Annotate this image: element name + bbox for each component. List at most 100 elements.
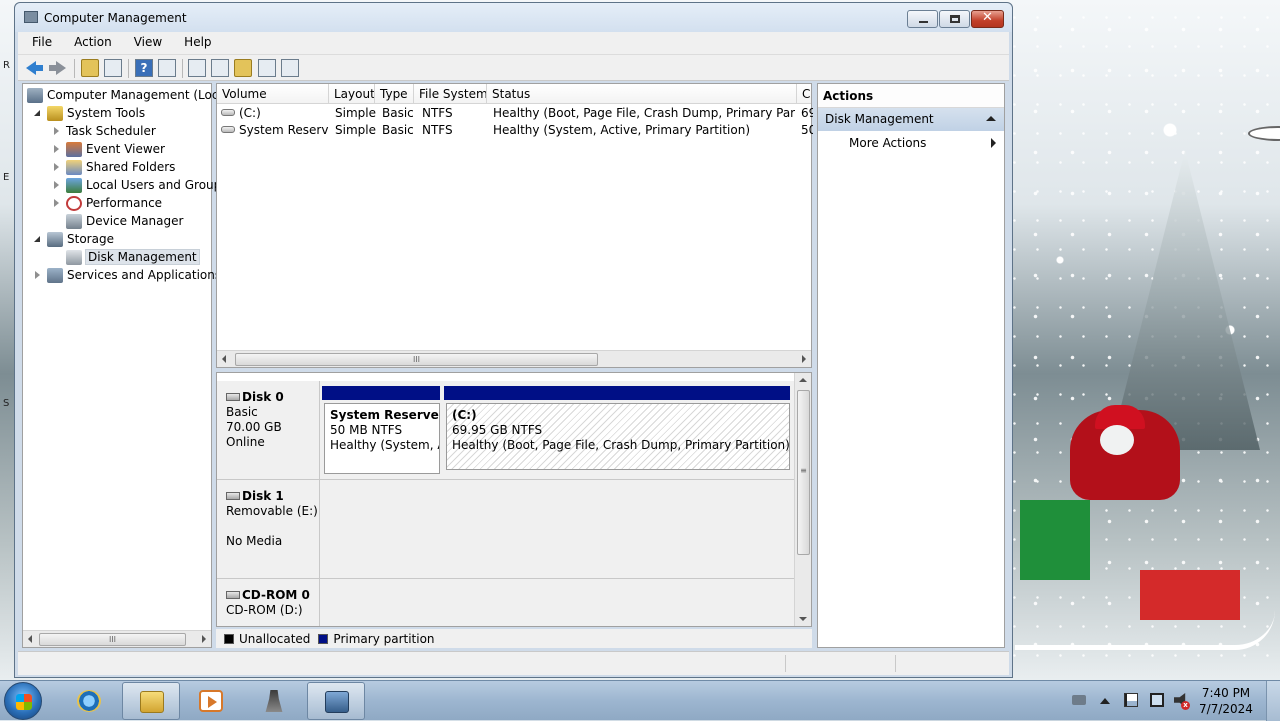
volume-list-horizontal-scrollbar[interactable]: III — [217, 350, 811, 367]
scroll-right-icon[interactable] — [802, 355, 806, 363]
scroll-down-icon[interactable] — [799, 617, 807, 621]
expand-arrow-icon[interactable] — [33, 270, 43, 280]
tree-item-services-and-applications[interactable]: Services and Applications — [33, 266, 221, 284]
scroll-left-icon[interactable] — [222, 355, 226, 363]
scroll-up-icon[interactable] — [799, 378, 807, 382]
menu-help[interactable]: Help — [170, 32, 219, 54]
disk-map-vertical-scrollbar[interactable]: ≡ — [794, 373, 811, 626]
start-button[interactable] — [4, 682, 42, 720]
tree-item-label: Storage — [67, 232, 114, 246]
windows-logo-icon — [16, 694, 32, 710]
actions-section-disk-management[interactable]: Disk Management — [818, 108, 1004, 131]
more-actions-label: More Actions — [849, 136, 927, 150]
column-volume[interactable]: Volume — [217, 84, 329, 104]
maximize-icon — [950, 15, 960, 23]
partition-size: 50 MB NTFS — [330, 423, 403, 437]
column-capacity[interactable]: C — [797, 84, 813, 104]
tree-item-event-viewer[interactable]: Event Viewer — [52, 140, 165, 158]
column-status[interactable]: Status — [487, 84, 797, 104]
cdrom-0-label[interactable]: CD-ROM 0 CD-ROM (D:) — [217, 579, 320, 626]
search-icon[interactable] — [258, 59, 276, 77]
menu-file[interactable]: File — [18, 32, 60, 54]
capacity-cell: 69 — [801, 106, 813, 120]
taskbar-clock[interactable]: 7:40 PM 7/7/2024 — [1196, 685, 1256, 717]
forward-arrow-icon[interactable] — [48, 59, 66, 77]
maximize-button[interactable] — [939, 10, 970, 28]
keyboard-icon[interactable] — [1072, 695, 1086, 705]
tree-item-shared-folders[interactable]: Shared Folders — [52, 158, 175, 176]
tree-horizontal-scrollbar[interactable]: III — [23, 630, 211, 647]
taskbar-computer-management[interactable] — [307, 682, 365, 720]
refresh-icon[interactable] — [188, 59, 206, 77]
more-actions-item[interactable]: More Actions — [818, 131, 1004, 155]
event-viewer-icon — [66, 141, 82, 157]
scroll-thumb[interactable]: ≡ — [797, 390, 810, 555]
taskbar-media-player[interactable] — [182, 682, 240, 720]
partition-name: System Reserved — [330, 408, 440, 422]
tree-item-task-scheduler[interactable]: Task Scheduler — [52, 122, 1280, 141]
drive-icon — [221, 126, 235, 133]
console-tree: Computer Management (Local System Tools … — [22, 83, 1280, 648]
minimize-button[interactable] — [907, 10, 938, 28]
action-center-flag-icon[interactable] — [1124, 693, 1138, 707]
toolbar-separator — [128, 59, 129, 78]
tree-item-performance[interactable]: Performance — [52, 194, 162, 212]
tree-item-computer-management[interactable]: Computer Management (Local — [27, 86, 229, 104]
properties-icon[interactable] — [211, 59, 229, 77]
taskbar-file-explorer[interactable] — [122, 682, 180, 720]
tree-item-device-manager[interactable]: Device Manager — [66, 212, 183, 230]
scroll-thumb[interactable]: III — [235, 353, 598, 366]
show-desktop-button[interactable] — [1266, 681, 1280, 721]
back-arrow-icon[interactable] — [26, 59, 44, 77]
scroll-right-icon[interactable] — [202, 635, 206, 643]
tree-item-disk-management[interactable]: Disk Management — [66, 248, 200, 266]
disk-name: CD-ROM 0 — [242, 588, 310, 602]
table-row[interactable]: System Reserved Simple Basic NTFS Health… — [217, 122, 813, 139]
disk-name: Disk 0 — [242, 390, 284, 404]
expand-arrow-icon[interactable] — [52, 162, 62, 172]
collapse-section-icon[interactable] — [986, 116, 996, 121]
show-hidden-icons-icon[interactable] — [1100, 698, 1110, 704]
taskbar-internet-explorer[interactable] — [60, 682, 118, 720]
close-button[interactable]: ✕ — [971, 10, 1004, 28]
table-row[interactable]: (C:) Simple Basic NTFS Healthy (Boot, Pa… — [217, 105, 813, 122]
settings-check-icon[interactable] — [281, 59, 299, 77]
up-one-level-icon[interactable] — [81, 59, 99, 77]
volume-name: System Reserved — [239, 123, 329, 137]
collapse-arrow-icon[interactable] — [33, 234, 43, 244]
tree-item-local-users-and-groups[interactable]: Local Users and Groups — [52, 176, 228, 194]
title-bar[interactable]: Computer Management ✕ — [15, 3, 1012, 32]
tree-item-system-tools[interactable]: System Tools — [33, 104, 145, 122]
disk-0-label[interactable]: Disk 0 Basic 70.00 GB Online — [217, 381, 320, 480]
status-bar-divider — [785, 655, 786, 672]
column-layout[interactable]: Layout — [329, 84, 375, 104]
taskbar-chess[interactable] — [245, 682, 303, 720]
disk-type: Removable (E:) — [226, 504, 318, 518]
column-file-system[interactable]: File System — [414, 84, 487, 104]
help-icon[interactable]: ? — [135, 59, 153, 77]
expand-arrow-icon[interactable] — [52, 180, 62, 190]
partition-c[interactable]: (C:) 69.95 GB NTFS Healthy (Boot, Page F… — [446, 403, 790, 470]
partition-system-reserved[interactable]: System Reserved 50 MB NTFS Healthy (Syst… — [324, 403, 440, 474]
scroll-left-icon[interactable] — [28, 635, 32, 643]
column-type[interactable]: Type — [375, 84, 414, 104]
show-hide-action-pane-icon[interactable] — [158, 59, 176, 77]
volume-list-header: Volume Layout Type File System Status C — [217, 84, 811, 104]
menu-action[interactable]: Action — [60, 32, 120, 54]
section-label: Disk Management — [825, 112, 934, 126]
show-hide-console-tree-icon[interactable] — [104, 59, 122, 77]
collapse-arrow-icon[interactable] — [33, 108, 43, 118]
scroll-thumb[interactable]: III — [39, 633, 186, 646]
expand-arrow-icon[interactable] — [52, 126, 62, 136]
tree-item-storage[interactable]: Storage — [33, 230, 114, 248]
network-icon[interactable] — [1150, 693, 1164, 707]
open-folder-icon[interactable] — [234, 59, 252, 77]
partition-size: 69.95 GB NTFS — [452, 423, 543, 437]
menu-view[interactable]: View — [120, 32, 170, 54]
toolbar: ? — [18, 54, 1009, 81]
desktop-edge-mark: S — [3, 398, 10, 409]
expand-arrow-icon[interactable] — [52, 198, 62, 208]
disk-1-label[interactable]: Disk 1 Removable (E:) No Media — [217, 480, 320, 579]
expand-arrow-icon[interactable] — [52, 144, 62, 154]
